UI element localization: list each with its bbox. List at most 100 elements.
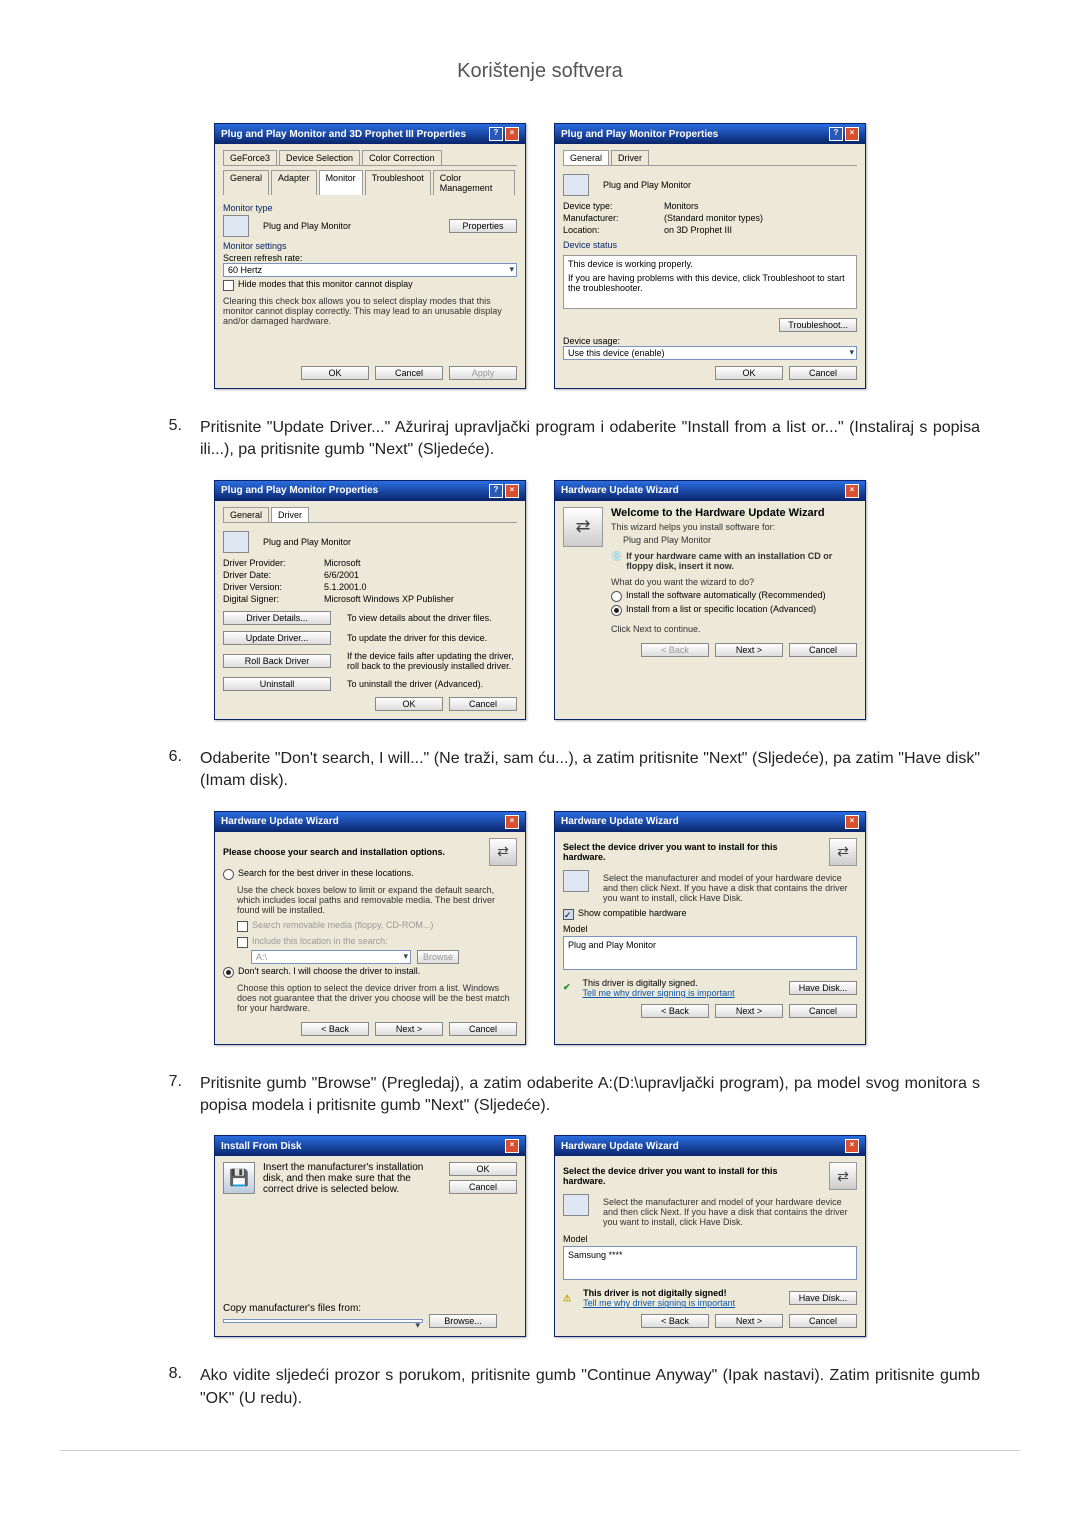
update-driver-button[interactable]: Update Driver... bbox=[223, 631, 331, 645]
digital-signer-label: Digital Signer: bbox=[223, 594, 318, 604]
tab-general[interactable]: General bbox=[223, 170, 269, 195]
copy-from-select[interactable] bbox=[223, 1319, 423, 1323]
next-button[interactable]: Next > bbox=[375, 1022, 443, 1036]
tab-geforce3[interactable]: GeForce3 bbox=[223, 150, 277, 165]
device-type-value: Monitors bbox=[664, 201, 857, 211]
cancel-button[interactable]: Cancel bbox=[375, 366, 443, 380]
radio-search-best[interactable]: Search for the best driver in these loca… bbox=[223, 868, 517, 880]
properties-button[interactable]: Properties bbox=[449, 219, 517, 233]
tab-driver[interactable]: Driver bbox=[271, 507, 309, 522]
dialog-install-from-disk: Install From Disk × 💾 Insert the manufac… bbox=[214, 1135, 526, 1337]
checkbox-show-compatible[interactable]: ✓Show compatible hardware bbox=[563, 908, 857, 920]
radio-dont-search-label: Don't search. I will choose the driver t… bbox=[238, 966, 420, 976]
driver-details-button[interactable]: Driver Details... bbox=[223, 611, 331, 625]
next-button[interactable]: Next > bbox=[715, 643, 783, 657]
roll-back-driver-desc: If the device fails after updating the d… bbox=[347, 651, 517, 671]
uninstall-button[interactable]: Uninstall bbox=[223, 677, 331, 691]
device-label: Plug and Play Monitor bbox=[263, 537, 351, 547]
ok-button[interactable]: OK bbox=[449, 1162, 517, 1176]
have-disk-button[interactable]: Have Disk... bbox=[789, 981, 857, 995]
cancel-button[interactable]: Cancel bbox=[449, 1180, 517, 1194]
back-button[interactable]: < Back bbox=[641, 1004, 709, 1018]
cancel-button[interactable]: Cancel bbox=[449, 697, 517, 711]
location-select[interactable]: A:\ bbox=[251, 950, 411, 964]
hide-modes-label: Hide modes that this monitor cannot disp… bbox=[238, 279, 413, 289]
cancel-button[interactable]: Cancel bbox=[449, 1022, 517, 1036]
close-icon[interactable]: × bbox=[845, 484, 859, 498]
checkbox-include-location[interactable]: Include this location in the search: bbox=[237, 936, 517, 948]
hide-modes-checkbox[interactable]: Hide modes that this monitor cannot disp… bbox=[223, 279, 517, 291]
wizard-heading: Select the device driver you want to ins… bbox=[563, 842, 821, 862]
help-icon[interactable]: ? bbox=[829, 127, 843, 141]
cd-icon: 💿 bbox=[611, 551, 622, 571]
roll-back-driver-button[interactable]: Roll Back Driver bbox=[223, 654, 331, 668]
tab-troubleshoot[interactable]: Troubleshoot bbox=[365, 170, 431, 195]
ok-button[interactable]: OK bbox=[715, 366, 783, 380]
tab-adapter[interactable]: Adapter bbox=[271, 170, 317, 195]
dont-search-note: Choose this option to select the device … bbox=[237, 983, 517, 1013]
tab-color-correction[interactable]: Color Correction bbox=[362, 150, 442, 165]
tab-driver[interactable]: Driver bbox=[611, 150, 649, 165]
back-button[interactable]: < Back bbox=[641, 1314, 709, 1328]
model-label label: Model bbox=[563, 924, 857, 934]
device-usage-select[interactable]: Use this device (enable) bbox=[563, 346, 857, 360]
have-disk-button[interactable]: Have Disk... bbox=[789, 1291, 857, 1305]
copy-from-label: Copy manufacturer's files from: bbox=[223, 1303, 517, 1314]
checkbox-include-location-label: Include this location in the search: bbox=[252, 936, 388, 946]
model-listbox[interactable]: Plug and Play Monitor bbox=[563, 936, 857, 970]
monitor-icon bbox=[563, 174, 589, 196]
model-listbox[interactable]: Samsung **** bbox=[563, 1246, 857, 1280]
tab-general[interactable]: General bbox=[223, 507, 269, 522]
model-item[interactable]: Samsung **** bbox=[568, 1250, 623, 1260]
close-icon[interactable]: × bbox=[845, 1139, 859, 1153]
radio-dont-search[interactable]: Don't search. I will choose the driver t… bbox=[223, 966, 517, 978]
next-button[interactable]: Next > bbox=[715, 1004, 783, 1018]
tab-color-management[interactable]: Color Management bbox=[433, 170, 515, 195]
location-value: on 3D Prophet III bbox=[664, 225, 857, 235]
tab-monitor[interactable]: Monitor bbox=[319, 170, 363, 195]
refresh-rate-select[interactable]: 60 Hertz bbox=[223, 263, 517, 277]
digital-signer-value: Microsoft Windows XP Publisher bbox=[324, 594, 517, 604]
next-button[interactable]: Next > bbox=[715, 1314, 783, 1328]
step-number: 6. bbox=[60, 748, 200, 766]
radio-install-auto[interactable]: Install the software automatically (Reco… bbox=[611, 590, 857, 602]
close-icon[interactable]: × bbox=[505, 127, 519, 141]
help-icon[interactable]: ? bbox=[489, 127, 503, 141]
checkbox-search-media[interactable]: Search removable media (floppy, CD-ROM..… bbox=[237, 920, 517, 932]
dialog-title: Hardware Update Wizard bbox=[221, 816, 339, 827]
step-text: Ako vidite sljedeći prozor s porukom, pr… bbox=[200, 1365, 980, 1410]
back-button[interactable]: < Back bbox=[301, 1022, 369, 1036]
driver-date-value: 6/6/2001 bbox=[324, 570, 517, 580]
cancel-button[interactable]: Cancel bbox=[789, 1314, 857, 1328]
cancel-button[interactable]: Cancel bbox=[789, 366, 857, 380]
checkbox-search-media-label: Search removable media (floppy, CD-ROM..… bbox=[252, 920, 433, 930]
close-icon[interactable]: × bbox=[505, 1139, 519, 1153]
model-item[interactable]: Plug and Play Monitor bbox=[568, 940, 656, 950]
close-icon[interactable]: × bbox=[845, 815, 859, 829]
troubleshoot-button[interactable]: Troubleshoot... bbox=[779, 318, 857, 332]
dialog-hardware-update-wizard-select-driver-samsung: Hardware Update Wizard × Select the devi… bbox=[554, 1135, 866, 1337]
close-icon[interactable]: × bbox=[505, 815, 519, 829]
tab-general[interactable]: General bbox=[563, 150, 609, 165]
radio-install-list[interactable]: Install from a list or specific location… bbox=[611, 604, 857, 616]
floppy-icon: 💾 bbox=[223, 1162, 255, 1194]
wizard-icon: ⇄ bbox=[829, 1162, 857, 1190]
step-number: 7. bbox=[60, 1073, 200, 1091]
driver-signing-link[interactable]: Tell me why driver signing is important bbox=[583, 1298, 735, 1308]
step-5: 5. Pritisnite "Update Driver..." Ažurira… bbox=[60, 417, 1020, 462]
cancel-button[interactable]: Cancel bbox=[789, 1004, 857, 1018]
ok-button[interactable]: OK bbox=[301, 366, 369, 380]
page-divider bbox=[60, 1450, 1020, 1451]
help-icon[interactable]: ? bbox=[489, 484, 503, 498]
apply-button[interactable]: Apply bbox=[449, 366, 517, 380]
browse-button[interactable]: Browse bbox=[417, 950, 459, 964]
driver-signing-link[interactable]: Tell me why driver signing is important bbox=[583, 988, 735, 998]
close-icon[interactable]: × bbox=[505, 484, 519, 498]
back-button[interactable]: < Back bbox=[641, 643, 709, 657]
ok-button[interactable]: OK bbox=[375, 697, 443, 711]
close-icon[interactable]: × bbox=[845, 127, 859, 141]
tab-device-selection[interactable]: Device Selection bbox=[279, 150, 360, 165]
cancel-button[interactable]: Cancel bbox=[789, 643, 857, 657]
select-driver-instr: Select the manufacturer and model of you… bbox=[603, 873, 857, 903]
browse-button[interactable]: Browse... bbox=[429, 1314, 497, 1328]
